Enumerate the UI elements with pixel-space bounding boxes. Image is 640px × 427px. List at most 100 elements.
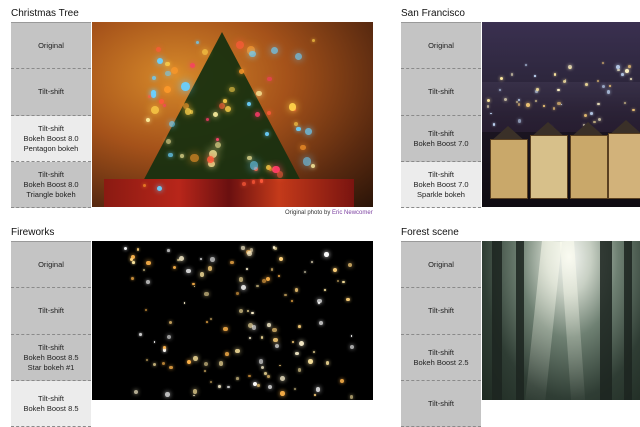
bokeh-light — [291, 340, 294, 343]
bokeh-light — [302, 157, 312, 166]
bokeh-light — [324, 252, 329, 257]
menu-item-label: Original — [38, 259, 64, 269]
bokeh-light — [310, 260, 313, 263]
version-menu: Original Tilt-shift Tilt-shift Bokeh Boo… — [401, 241, 481, 427]
menu-item-bokeh-boost[interactable]: Tilt-shift Bokeh Boost 2.5 — [401, 335, 481, 381]
bokeh-light — [230, 261, 234, 265]
menu-item-tilt-shift[interactable]: Tilt-shift — [11, 288, 91, 335]
bokeh-light — [486, 99, 490, 103]
bokeh-light — [314, 394, 317, 396]
bokeh-light — [628, 65, 631, 68]
panel-title: San Francisco — [401, 8, 465, 19]
bokeh-light — [123, 246, 127, 250]
bokeh-light — [259, 179, 264, 183]
bokeh-light — [142, 268, 145, 271]
bokeh-light — [534, 75, 536, 77]
bokeh-light — [267, 374, 270, 378]
bokeh-light — [190, 154, 199, 163]
bokeh-light — [260, 336, 264, 339]
menu-item-label: Original — [428, 40, 454, 50]
menu-item-tilt-shift[interactable]: Tilt-shift — [11, 69, 91, 116]
bokeh-light — [297, 367, 302, 372]
bokeh-light — [167, 249, 170, 252]
panel-title: Forest scene — [401, 227, 459, 238]
bokeh-light — [257, 383, 261, 387]
bokeh-light — [251, 180, 256, 184]
bokeh-light — [597, 79, 600, 82]
bokeh-light — [180, 82, 190, 91]
bokeh-light — [185, 268, 191, 274]
panel-san-francisco: San Francisco Original Tilt-shift Tilt-s… — [401, 8, 640, 208]
menu-item-original[interactable]: Original — [11, 23, 91, 69]
photo-forest-scene — [482, 241, 640, 400]
menu-item-label: Original — [428, 259, 454, 269]
bokeh-light — [295, 351, 299, 356]
bokeh-light — [625, 69, 630, 73]
bokeh-light — [317, 298, 322, 303]
menu-item-bokeh-boost[interactable]: Tilt-shift Bokeh Boost 7.0 — [401, 116, 481, 162]
bokeh-light — [299, 340, 305, 346]
menu-item-sparkle-bokeh[interactable]: Tilt-shift Bokeh Boost 7.0 Sparkle bokeh — [401, 162, 481, 208]
menu-item-bokeh-boost[interactable]: Tilt-shift Bokeh Boost 8.5 — [11, 381, 91, 427]
bokeh-light — [145, 280, 150, 284]
bokeh-light — [601, 62, 604, 64]
bokeh-light — [300, 144, 306, 151]
bokeh-light — [236, 292, 239, 295]
menu-item-original[interactable]: Original — [401, 242, 481, 288]
bokeh-light — [308, 359, 313, 364]
bokeh-light — [261, 279, 266, 284]
menu-item-tilt-shift[interactable]: Tilt-shift — [401, 69, 481, 116]
bokeh-light — [542, 104, 545, 108]
menu-item-original[interactable]: Original — [401, 23, 481, 69]
panel-title: Christmas Tree — [11, 8, 79, 19]
bokeh-light — [256, 284, 259, 288]
menu-item-label: Tilt-shift Bokeh Boost 7.0 — [413, 128, 469, 148]
menu-item-pentagon-bokeh[interactable]: Tilt-shift Bokeh Boost 8.0 Pentagon boke… — [11, 116, 91, 162]
bokeh-light — [238, 69, 244, 75]
bokeh-light — [284, 293, 287, 297]
bokeh-light — [168, 152, 173, 158]
bokeh-light — [319, 321, 323, 326]
panel-christmas-tree: Christmas Tree Original Tilt-shift Tilt-… — [11, 8, 373, 220]
bokeh-light — [199, 271, 205, 277]
menu-item-label: Tilt-shift Bokeh Boost 8.5 — [23, 393, 79, 413]
bokeh-light — [267, 77, 272, 82]
bokeh-light — [131, 261, 135, 265]
bokeh-light — [250, 311, 254, 315]
bokeh-light — [170, 67, 178, 74]
menu-item-label: Tilt-shift Bokeh Boost 2.5 — [413, 347, 469, 367]
bokeh-light — [557, 101, 561, 105]
bokeh-light — [204, 369, 206, 372]
bokeh-light — [251, 325, 257, 330]
bokeh-light — [192, 356, 198, 361]
credit-link[interactable]: Eric Newcomer — [332, 210, 373, 216]
bokeh-light — [265, 276, 271, 281]
bokeh-light — [241, 246, 245, 250]
bokeh-light — [553, 73, 556, 76]
bokeh-light — [589, 111, 593, 115]
bokeh-light — [486, 105, 490, 108]
photo-christmas-tree — [92, 22, 373, 207]
menu-item-label: Tilt-shift Bokeh Boost 8.5 Star bokeh #1 — [23, 342, 79, 372]
bokeh-light — [608, 84, 611, 87]
bokeh-light — [536, 88, 539, 91]
menu-item-triangle-bokeh[interactable]: Tilt-shift Bokeh Boost 8.0 Triangle boke… — [11, 162, 91, 208]
bokeh-light — [526, 103, 530, 108]
bokeh-light — [552, 107, 556, 110]
bokeh-light — [162, 103, 166, 107]
bokeh-light — [271, 327, 277, 333]
menu-item-label: Tilt-shift Bokeh Boost 8.0 Triangle boke… — [23, 169, 79, 199]
photo-san-francisco — [482, 22, 640, 207]
bokeh-light — [151, 75, 157, 80]
menu-item-tilt-shift-2[interactable]: Tilt-shift — [401, 381, 481, 427]
bokeh-light — [267, 323, 271, 327]
bokeh-light — [258, 359, 264, 364]
credit-prefix: Original photo by — [285, 210, 331, 216]
menu-item-original[interactable]: Original — [11, 242, 91, 288]
menu-item-star-bokeh[interactable]: Tilt-shift Bokeh Boost 8.5 Star bokeh #1 — [11, 335, 91, 381]
menu-item-label: Original — [38, 40, 64, 50]
menu-item-tilt-shift[interactable]: Tilt-shift — [401, 288, 481, 335]
bokeh-light — [165, 70, 171, 76]
bokeh-light — [249, 50, 256, 58]
bokeh-light — [168, 121, 175, 128]
